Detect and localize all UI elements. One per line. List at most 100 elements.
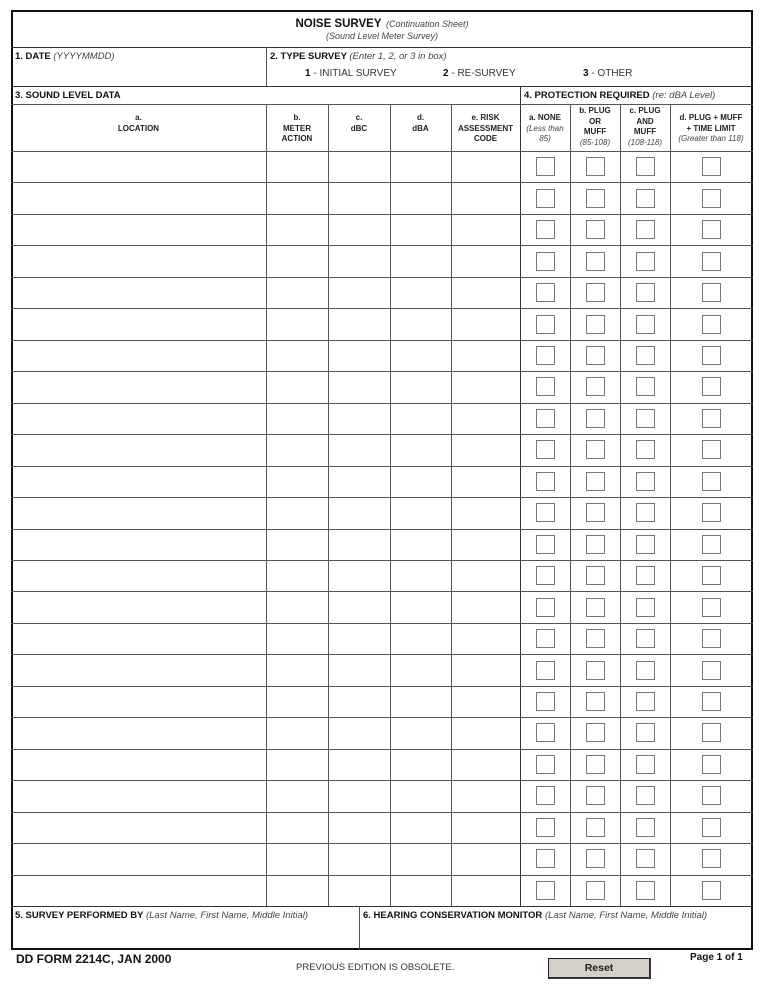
location-input[interactable] [13,845,265,874]
dba-input[interactable] [392,153,450,182]
protection-plug-and-muff-checkbox[interactable] [636,818,655,837]
location-input[interactable] [13,184,265,213]
location-input[interactable] [13,656,265,685]
risk-code-input[interactable] [453,561,519,591]
protection-plug-or-muff-checkbox[interactable] [586,157,605,176]
protection-none-checkbox[interactable] [536,252,555,271]
dba-input[interactable] [392,247,450,276]
dba-input[interactable] [392,624,450,654]
dba-input[interactable] [392,656,450,685]
protection-plug-muff-time-checkbox[interactable] [702,252,721,271]
meter-action-input[interactable] [268,687,327,717]
dbc-input[interactable] [330,782,389,811]
meter-action-input[interactable] [268,215,327,245]
protection-plug-muff-time-checkbox[interactable] [702,503,721,522]
protection-plug-or-muff-checkbox[interactable] [586,377,605,396]
dbc-input[interactable] [330,813,389,843]
protection-plug-muff-time-checkbox[interactable] [702,629,721,648]
protection-none-checkbox[interactable] [536,661,555,680]
protection-plug-and-muff-checkbox[interactable] [636,157,655,176]
protection-plug-muff-time-checkbox[interactable] [702,692,721,711]
location-input[interactable] [13,215,265,245]
protection-plug-muff-time-checkbox[interactable] [702,157,721,176]
meter-action-input[interactable] [268,593,327,622]
protection-plug-or-muff-checkbox[interactable] [586,598,605,617]
location-input[interactable] [13,436,265,465]
location-input[interactable] [13,404,265,434]
dba-input[interactable] [392,499,450,528]
risk-code-input[interactable] [453,845,519,874]
dbc-input[interactable] [330,719,389,748]
dba-input[interactable] [392,593,450,622]
protection-plug-muff-time-checkbox[interactable] [702,818,721,837]
dba-input[interactable] [392,436,450,465]
protection-plug-or-muff-checkbox[interactable] [586,723,605,742]
risk-code-input[interactable] [453,247,519,276]
reset-button[interactable]: Reset [548,958,651,979]
protection-plug-and-muff-checkbox[interactable] [636,440,655,459]
risk-code-input[interactable] [453,530,519,559]
risk-code-input[interactable] [453,687,519,717]
location-input[interactable] [13,341,265,371]
protection-plug-and-muff-checkbox[interactable] [636,252,655,271]
dba-input[interactable] [392,530,450,559]
dbc-input[interactable] [330,341,389,371]
protection-none-checkbox[interactable] [536,818,555,837]
protection-none-checkbox[interactable] [536,692,555,711]
protection-none-checkbox[interactable] [536,409,555,428]
dbc-input[interactable] [330,750,389,780]
location-input[interactable] [13,782,265,811]
protection-plug-muff-time-checkbox[interactable] [702,786,721,805]
dbc-input[interactable] [330,845,389,874]
protection-plug-and-muff-checkbox[interactable] [636,315,655,334]
dbc-input[interactable] [330,687,389,717]
protection-plug-or-muff-checkbox[interactable] [586,881,605,900]
location-input[interactable] [13,247,265,276]
protection-none-checkbox[interactable] [536,786,555,805]
survey-performed-by-input[interactable] [13,922,357,947]
risk-code-input[interactable] [453,813,519,843]
location-input[interactable] [13,153,265,182]
risk-code-input[interactable] [453,310,519,339]
protection-plug-and-muff-checkbox[interactable] [636,220,655,239]
protection-plug-and-muff-checkbox[interactable] [636,849,655,868]
protection-plug-or-muff-checkbox[interactable] [586,283,605,302]
protection-plug-muff-time-checkbox[interactable] [702,440,721,459]
protection-plug-and-muff-checkbox[interactable] [636,535,655,554]
protection-plug-or-muff-checkbox[interactable] [586,503,605,522]
protection-plug-and-muff-checkbox[interactable] [636,409,655,428]
meter-action-input[interactable] [268,750,327,780]
risk-code-input[interactable] [453,215,519,245]
protection-plug-and-muff-checkbox[interactable] [636,692,655,711]
protection-plug-and-muff-checkbox[interactable] [636,598,655,617]
risk-code-input[interactable] [453,341,519,371]
dbc-input[interactable] [330,593,389,622]
dbc-input[interactable] [330,215,389,245]
protection-plug-and-muff-checkbox[interactable] [636,377,655,396]
meter-action-input[interactable] [268,278,327,308]
protection-none-checkbox[interactable] [536,157,555,176]
dbc-input[interactable] [330,153,389,182]
meter-action-input[interactable] [268,153,327,182]
protection-none-checkbox[interactable] [536,849,555,868]
location-input[interactable] [13,719,265,748]
meter-action-input[interactable] [268,876,327,905]
protection-none-checkbox[interactable] [536,755,555,774]
protection-plug-muff-time-checkbox[interactable] [702,315,721,334]
protection-plug-muff-time-checkbox[interactable] [702,755,721,774]
meter-action-input[interactable] [268,404,327,434]
protection-none-checkbox[interactable] [536,629,555,648]
dba-input[interactable] [392,845,450,874]
dba-input[interactable] [392,750,450,780]
meter-action-input[interactable] [268,719,327,748]
protection-plug-or-muff-checkbox[interactable] [586,252,605,271]
risk-code-input[interactable] [453,624,519,654]
protection-plug-and-muff-checkbox[interactable] [636,723,655,742]
location-input[interactable] [13,813,265,843]
meter-action-input[interactable] [268,624,327,654]
dba-input[interactable] [392,719,450,748]
protection-plug-or-muff-checkbox[interactable] [586,535,605,554]
dba-input[interactable] [392,467,450,497]
meter-action-input[interactable] [268,561,327,591]
protection-none-checkbox[interactable] [536,881,555,900]
